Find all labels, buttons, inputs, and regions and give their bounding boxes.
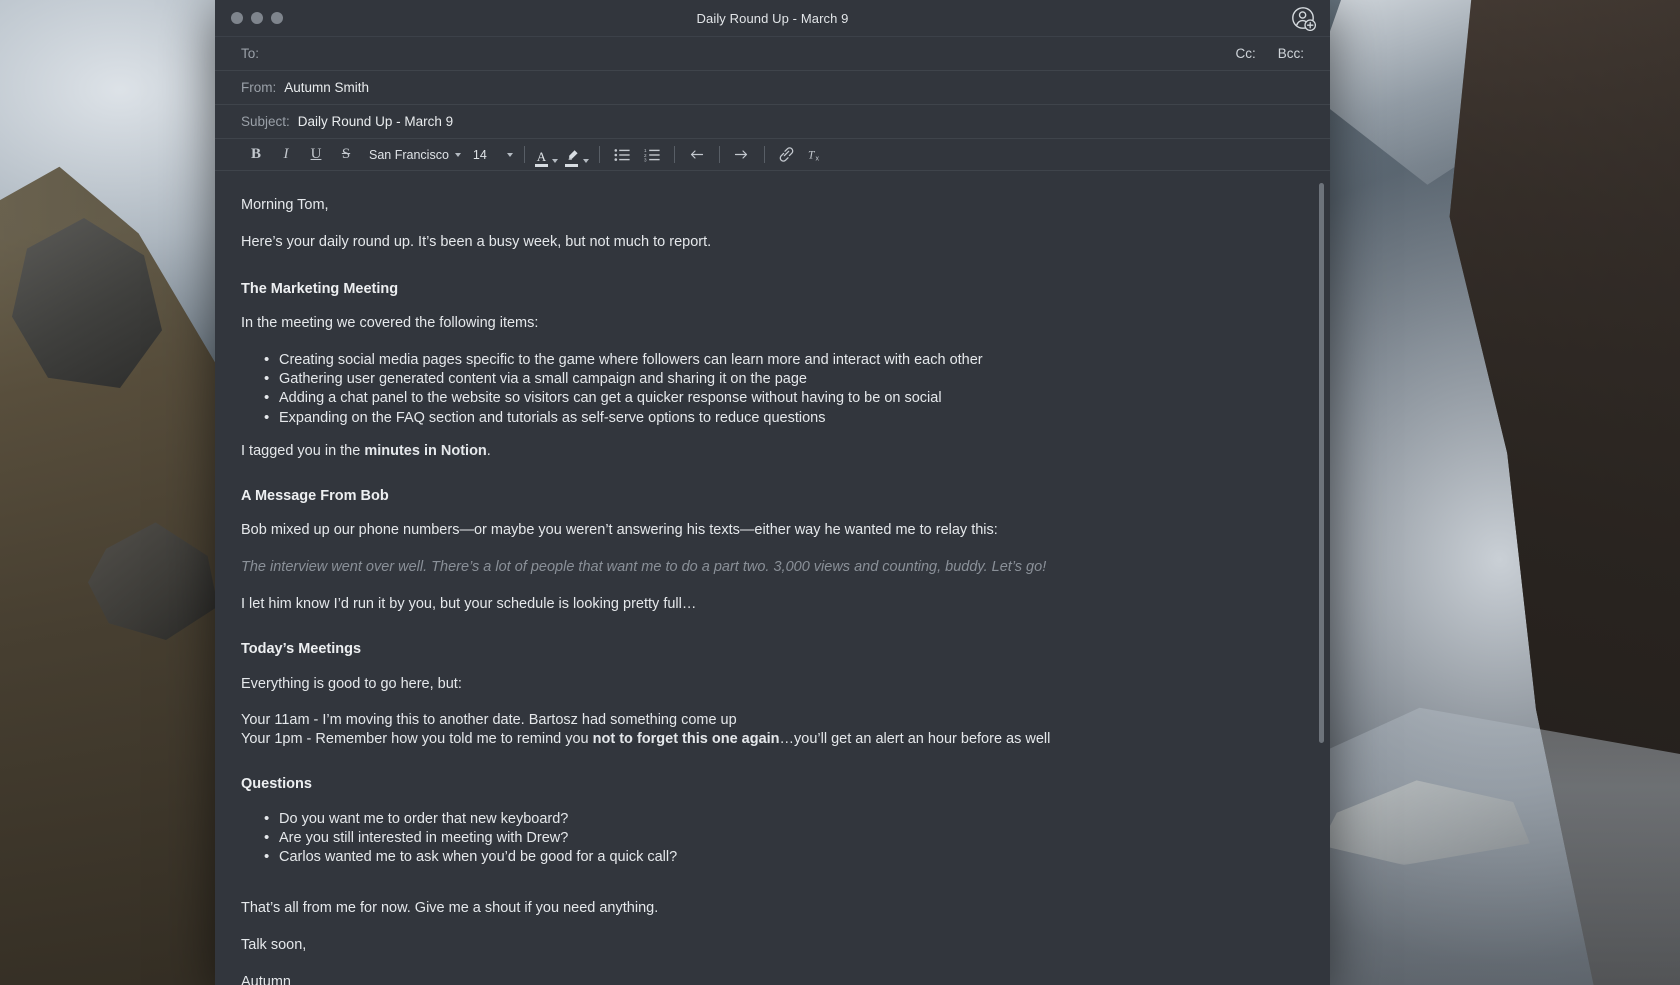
window-title: Daily Round Up - March 9 — [696, 10, 849, 26]
bob-quote: The interview went over well. There’s a … — [241, 559, 1047, 576]
from-field-row[interactable]: From: Autumn Smith — [215, 71, 1330, 105]
list-item: Creating social media pages specific to … — [264, 351, 1300, 369]
toolbar-divider — [523, 146, 525, 163]
meeting-1pm-bold: not to forget this one again — [592, 731, 780, 748]
font-size-value: 14 — [472, 147, 487, 162]
indent-button[interactable] — [727, 143, 757, 167]
meeting-line-11am: Your 11am - I’m moving this to another d… — [241, 712, 737, 729]
underline-button[interactable]: U — [301, 143, 331, 167]
minimize-window-button[interactable] — [251, 12, 263, 24]
list-item: Carlos wanted me to ask when you’d be go… — [264, 848, 1300, 866]
from-label: From: — [241, 80, 277, 95]
font-family-value: San Francisco — [369, 147, 449, 162]
list-item: Are you still interested in meeting with… — [264, 829, 1300, 847]
maximize-window-button[interactable] — [271, 12, 283, 24]
editor-scrollbar-track[interactable] — [1319, 177, 1327, 979]
body-intro: Here’s your daily round up. It’s been a … — [241, 233, 712, 250]
strikethrough-button[interactable]: S — [331, 143, 361, 167]
toolbar-divider — [673, 146, 675, 163]
user-add-icon[interactable] — [1291, 6, 1317, 32]
heading-message-from-bob: A Message From Bob — [241, 487, 389, 504]
text-color-button[interactable]: A — [532, 143, 561, 167]
toolbar-divider — [763, 146, 765, 163]
signature-line: Autumn — [241, 973, 291, 985]
chevron-down-icon — [454, 152, 461, 157]
list-item: Expanding on the FAQ section and tutoria… — [264, 409, 1300, 427]
bulleted-list-button[interactable] — [607, 143, 637, 167]
notion-note: I tagged you in the minutes in Notion. — [241, 443, 1300, 460]
list-item: Do you want me to order that new keyboar… — [264, 810, 1300, 828]
window-controls — [231, 12, 283, 24]
subject-field-row[interactable]: Subject: Daily Round Up - March 9 — [215, 105, 1330, 139]
heading-marketing-meeting: The Marketing Meeting — [241, 280, 399, 297]
email-compose-window: Daily Round Up - March 9 To: Cc: Bcc: Fr… — [215, 0, 1330, 985]
closing-line-2: Talk soon, — [241, 936, 307, 953]
heading-questions: Questions — [241, 776, 312, 792]
font-size-select[interactable]: 14 — [465, 143, 517, 167]
email-body-area: Morning Tom, Here’s your daily round up.… — [215, 171, 1330, 985]
heading-todays-meetings: Today’s Meetings — [241, 640, 362, 657]
marketing-bullet-list: Creating social media pages specific to … — [241, 351, 1300, 427]
questions-bullet-list: Do you want me to order that new keyboar… — [241, 810, 1300, 866]
list-item: Gathering user generated content via a s… — [264, 370, 1300, 388]
cc-button[interactable]: Cc: — [1235, 46, 1255, 61]
list-item: Adding a chat panel to the website so vi… — [264, 389, 1300, 407]
meetings-intro: Everything is good to go here, but: — [241, 675, 462, 692]
text-color-icon: A — [534, 148, 548, 167]
subject-input[interactable]: Daily Round Up - March 9 — [298, 114, 1304, 129]
chevron-down-icon — [582, 158, 589, 163]
meeting-1pm-suffix: …you’ll get an alert an hour before as w… — [779, 731, 1051, 748]
link-button[interactable] — [772, 143, 802, 167]
closing-line-1: That’s all from me for now. Give me a sh… — [241, 900, 659, 917]
bold-button[interactable]: B — [241, 143, 271, 167]
email-body-editor[interactable]: Morning Tom, Here’s your daily round up.… — [215, 171, 1330, 985]
text-color-glyph: A — [536, 148, 547, 164]
clear-formatting-button[interactable]: T x — [802, 143, 832, 167]
meeting-1pm-prefix: Your 1pm - Remember how you told me to r… — [241, 731, 593, 748]
chevron-down-icon — [551, 158, 558, 163]
bcc-button[interactable]: Bcc: — [1278, 46, 1304, 61]
editor-scrollbar-thumb[interactable] — [1319, 183, 1324, 743]
to-label: To: — [241, 46, 260, 61]
font-family-select[interactable]: San Francisco — [361, 143, 465, 167]
svg-text:x: x — [815, 156, 819, 163]
to-input[interactable] — [267, 46, 1235, 61]
close-window-button[interactable] — [231, 12, 243, 24]
to-field-row[interactable]: To: Cc: Bcc: — [215, 37, 1330, 71]
bob-intro: Bob mixed up our phone numbers—or maybe … — [241, 522, 998, 539]
window-titlebar: Daily Round Up - March 9 — [215, 0, 1330, 37]
highlight-color-button[interactable] — [561, 143, 592, 167]
notion-note-prefix: I tagged you in the — [241, 442, 365, 459]
bob-followup: I let him know I’d run it by you, but yo… — [241, 595, 697, 612]
numbered-list-button[interactable]: 1 2 3 — [637, 143, 667, 167]
from-value[interactable]: Autumn Smith — [284, 80, 1304, 95]
toolbar-divider — [718, 146, 720, 163]
highlighter-pen-icon — [564, 149, 579, 167]
cc-bcc-group: Cc: Bcc: — [1235, 46, 1304, 61]
outdent-button[interactable] — [682, 143, 712, 167]
body-greeting: Morning Tom, — [241, 197, 329, 213]
chevron-down-icon — [506, 152, 513, 157]
italic-button[interactable]: I — [271, 143, 301, 167]
subject-label: Subject: — [241, 114, 290, 129]
marketing-intro: In the meeting we covered the following … — [241, 315, 539, 332]
toolbar-divider — [598, 146, 600, 163]
notion-note-suffix: . — [486, 442, 491, 459]
meeting-line-1pm: Your 1pm - Remember how you told me to r… — [241, 731, 1300, 748]
formatting-toolbar: B I U S San Francisco 14 A 1 2 3 T x — [215, 139, 1330, 171]
svg-text:3: 3 — [644, 157, 647, 162]
notion-note-bold: minutes in Notion — [364, 442, 487, 459]
